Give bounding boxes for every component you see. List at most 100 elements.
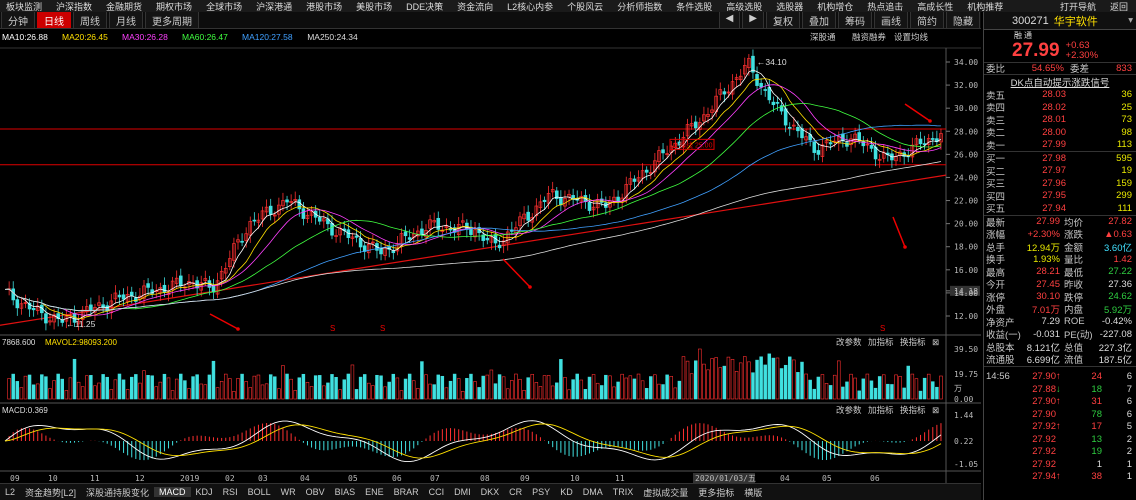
- asks-price: 28.01: [1042, 114, 1066, 126]
- top-menu-item[interactable]: 机构推荐: [961, 0, 1011, 12]
- next-stock-icon[interactable]: ▾: [1128, 15, 1133, 26]
- candle-body: [693, 121, 698, 129]
- volume-bar: [837, 360, 841, 400]
- macd-pane-button[interactable]: 改参数: [836, 405, 862, 415]
- kline-chart-svg[interactable]: MA10:26.88 MA20:26.45 MA30:26.28 MA60:26.47…: [0, 29, 981, 483]
- asks-row[interactable]: 卖四 28.02 25: [984, 101, 1136, 115]
- asks-row[interactable]: 卖三 28.01 73: [984, 114, 1136, 127]
- indicator-tab[interactable]: WR: [276, 487, 301, 497]
- indicator-tab[interactable]: OBV: [301, 487, 330, 497]
- asks-row[interactable]: 卖一 27.99 113: [984, 139, 1136, 152]
- volume-bar: [395, 377, 400, 400]
- period-button[interactable]: 更多周期: [145, 12, 199, 28]
- volume-bar: [367, 382, 371, 400]
- indicator-tab[interactable]: 深股通持股变化: [81, 486, 154, 499]
- top-menu-item[interactable]: 港股市场: [300, 0, 350, 12]
- indicator-tab[interactable]: 虚拟成交量: [638, 486, 693, 499]
- asks-volume: 98: [1121, 126, 1132, 138]
- chart-sub-button[interactable]: 融资融券: [852, 32, 887, 42]
- bids-row[interactable]: 买二 27.97 19: [984, 165, 1136, 178]
- top-menu-item[interactable]: 个股风云: [561, 0, 611, 12]
- bids-row[interactable]: 买三 27.96 159: [984, 177, 1136, 191]
- volume-bar: [358, 376, 363, 400]
- candle-body: [796, 127, 800, 132]
- bids-row[interactable]: 买一 27.98 595: [984, 152, 1136, 166]
- toolbar-button[interactable]: 画线: [874, 12, 908, 28]
- top-menu-item[interactable]: 资金流向: [451, 0, 501, 12]
- volume-pane-button[interactable]: 改参数: [836, 337, 862, 347]
- volume-bar: [318, 375, 322, 400]
- top-menu-item[interactable]: 金融期货: [100, 0, 150, 12]
- top-menu-item[interactable]: 板块监测: [0, 0, 50, 12]
- close-pane-icon[interactable]: ⊠: [932, 337, 939, 347]
- macd-pane-button[interactable]: 换指标: [900, 405, 926, 415]
- indicator-tab[interactable]: PSY: [527, 487, 555, 497]
- top-menu-item[interactable]: 高成长性: [911, 0, 961, 12]
- period-button[interactable]: 分钟: [1, 12, 35, 28]
- indicator-tab[interactable]: KD: [555, 487, 578, 497]
- top-menu-item[interactable]: 沪深指数: [50, 0, 100, 12]
- indicator-tab[interactable]: DKX: [476, 487, 505, 497]
- period-button[interactable]: 月线: [109, 12, 143, 28]
- volume-pane-button[interactable]: 换指标: [900, 337, 926, 347]
- indicator-tab[interactable]: DMI: [449, 487, 476, 497]
- volume-bar: [845, 381, 849, 400]
- toolbar-button[interactable]: 筹码: [838, 12, 872, 28]
- indicator-tab[interactable]: 资金趋势[L2]: [20, 486, 81, 499]
- top-menu-item[interactable]: 高级选股: [720, 0, 770, 12]
- low-annotation: ←11.25: [66, 319, 95, 329]
- top-menu-item[interactable]: 热点追击: [861, 0, 911, 12]
- bids-row[interactable]: 买四 27.95 299: [984, 190, 1136, 203]
- top-menu-item[interactable]: 条件选股: [670, 0, 720, 12]
- indicator-tab[interactable]: 更多指标: [693, 486, 739, 499]
- indicator-tab[interactable]: ENE: [360, 487, 389, 497]
- indicator-tab[interactable]: L2: [0, 487, 20, 497]
- chart-sub-button[interactable]: 设置均线: [894, 32, 929, 42]
- signal-link[interactable]: DK点自动提示涨跌信号: [1011, 75, 1110, 89]
- asks-row[interactable]: 卖二 28.00 98: [984, 126, 1136, 140]
- indicator-tab[interactable]: RSI: [218, 487, 243, 497]
- period-button[interactable]: 周线: [73, 12, 107, 28]
- asks-row[interactable]: 卖五 28.03 36: [984, 89, 1136, 102]
- indicator-tab[interactable]: MACD: [154, 487, 191, 497]
- top-menu-right-item[interactable]: 返回: [1104, 0, 1136, 12]
- indicator-tab[interactable]: BOLL: [243, 487, 276, 497]
- macd-pane-button[interactable]: 加指标: [868, 405, 894, 415]
- indicator-tab[interactable]: BIAS: [330, 487, 361, 497]
- indicator-tab[interactable]: CR: [504, 487, 527, 497]
- indicator-tab[interactable]: CCI: [424, 487, 450, 497]
- volume-bar: [591, 374, 596, 400]
- top-menu-item[interactable]: 选股器: [770, 0, 811, 12]
- stock-name[interactable]: 华宇软件: [1054, 13, 1098, 29]
- indicator-tab[interactable]: KDJ: [191, 487, 218, 497]
- volume-pane-button[interactable]: 加指标: [868, 337, 894, 347]
- top-menu-item[interactable]: L2核心内参: [501, 0, 561, 12]
- volume-bar: [828, 385, 833, 400]
- toolbar-button[interactable]: 叠加: [802, 12, 836, 28]
- volume-bar: [510, 380, 514, 400]
- top-menu-item[interactable]: DDE决策: [400, 0, 451, 12]
- indicator-tab[interactable]: DMA: [578, 487, 608, 497]
- forward-icon[interactable]: ▶: [742, 12, 764, 28]
- back-icon[interactable]: ◀: [718, 12, 741, 28]
- indicator-tab[interactable]: BRAR: [389, 487, 424, 497]
- indicator-tab[interactable]: TRIX: [608, 487, 639, 497]
- indicator-tab[interactable]: 横版: [739, 486, 767, 499]
- top-menu-right-item[interactable]: 打开导航: [1054, 0, 1104, 12]
- top-menu-item[interactable]: 全球市场: [200, 0, 250, 12]
- top-menu-item[interactable]: 分析师指数: [611, 0, 670, 12]
- toolbar-button[interactable]: 复权: [766, 12, 800, 28]
- volume-bar: [117, 373, 122, 400]
- period-button[interactable]: 日线: [37, 12, 71, 28]
- top-menu-item[interactable]: 机构增仓: [811, 0, 861, 12]
- kline-chart-area[interactable]: MA10:26.88 MA20:26.45 MA30:26.28 MA60:26.47…: [0, 29, 981, 500]
- toolbar-button[interactable]: 隐藏: [946, 12, 980, 28]
- toolbar-button[interactable]: 简约: [910, 12, 944, 28]
- bids-row[interactable]: 买五 27.94 111: [984, 202, 1136, 216]
- top-menu-item[interactable]: 期权市场: [150, 0, 200, 12]
- top-menu-item[interactable]: 沪深港通: [250, 0, 300, 12]
- top-menu-item[interactable]: 美股市场: [350, 0, 400, 12]
- chart-sub-button[interactable]: 深股通: [810, 32, 836, 42]
- close-pane-icon[interactable]: ⊠: [932, 405, 939, 415]
- candle-body: [644, 169, 649, 173]
